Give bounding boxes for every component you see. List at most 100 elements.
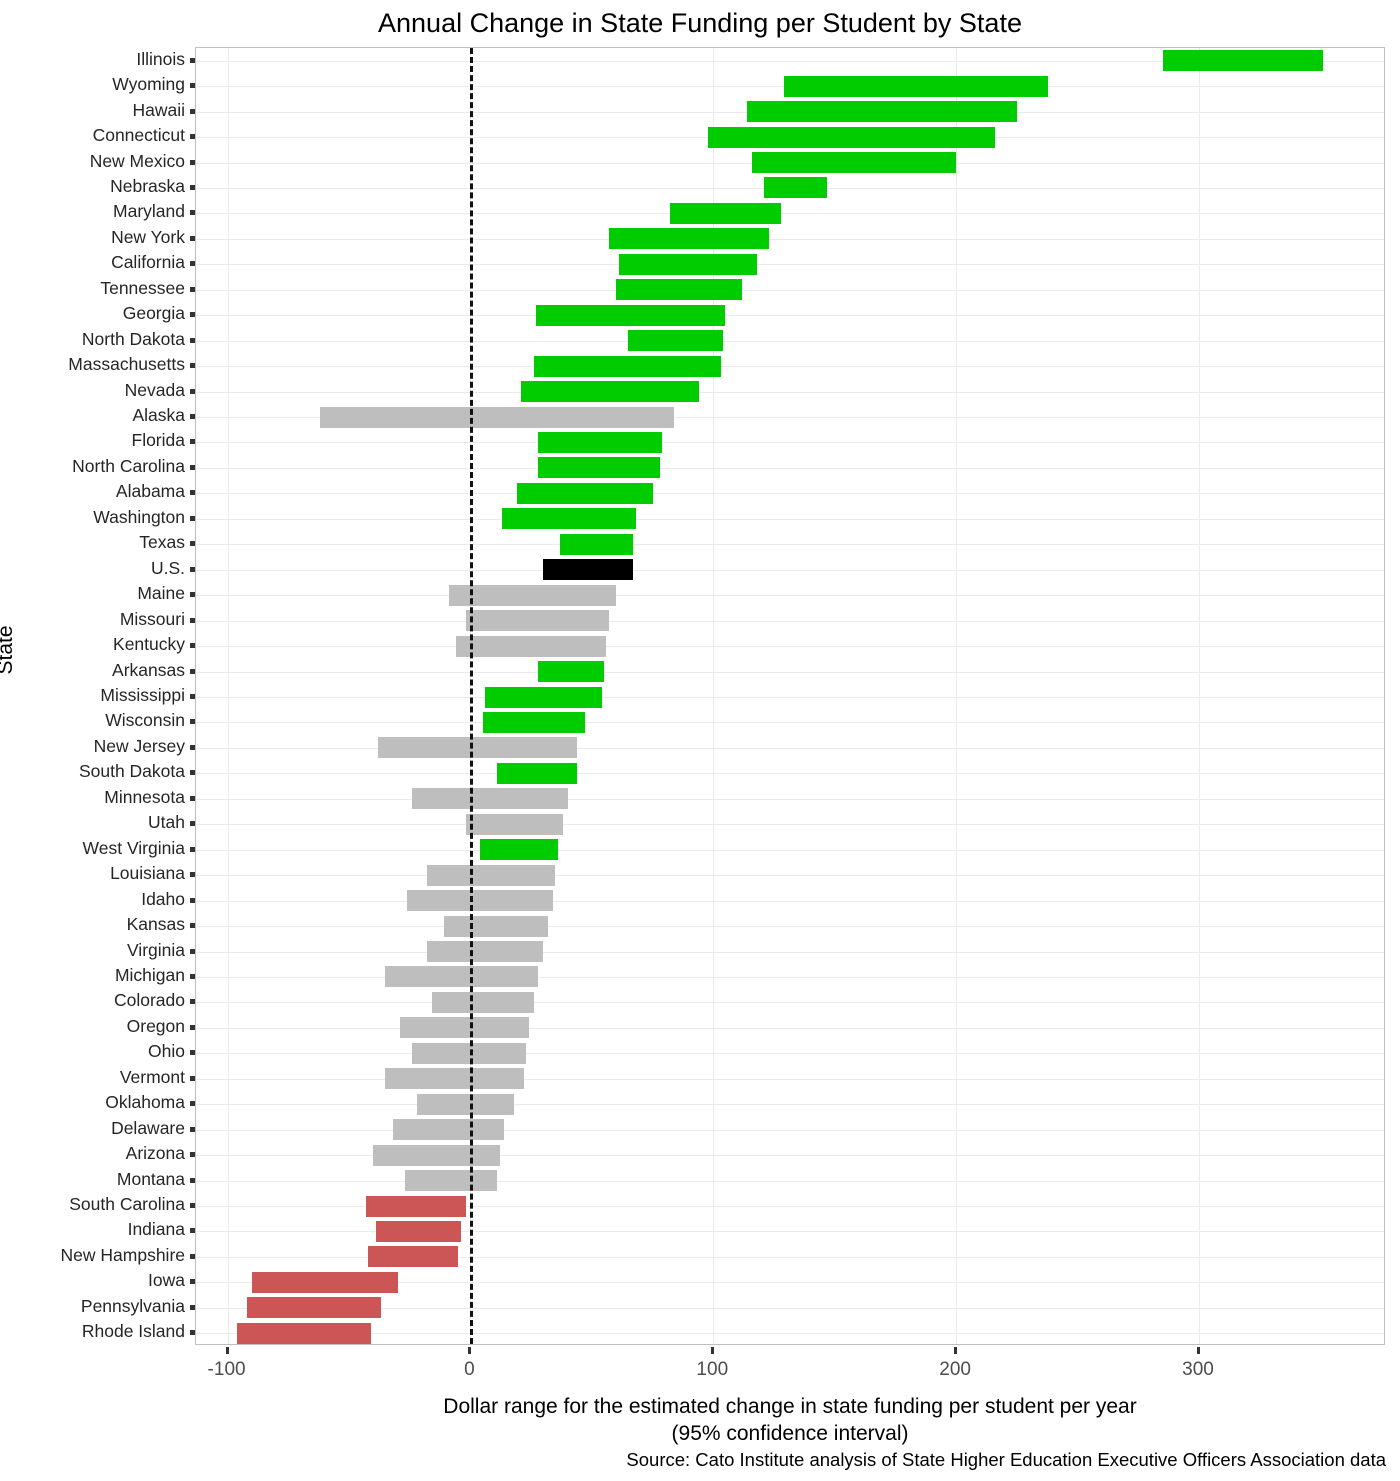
bar-tennessee [616, 279, 743, 301]
gridline-horizontal [196, 1078, 1384, 1080]
bar-south-carolina [366, 1195, 466, 1217]
y-tick-label: New Jersey [93, 735, 185, 756]
bar-oklahoma [417, 1093, 515, 1115]
y-tick-label: Hawaii [132, 99, 185, 120]
bar-new-york [608, 228, 770, 250]
bar-illinois [1162, 50, 1323, 72]
y-tick-label: Wisconsin [105, 710, 185, 731]
y-tick-label: Utah [148, 812, 185, 833]
bar-indiana [375, 1220, 461, 1242]
bar-rhode-island [237, 1322, 371, 1344]
gridline-vertical-3 [956, 48, 958, 1344]
y-tick-label: Maine [137, 583, 185, 604]
y-tick-label: Connecticut [92, 125, 185, 146]
gridline-horizontal [196, 976, 1384, 978]
gridline-horizontal [196, 671, 1384, 673]
y-tick-label: Maryland [113, 201, 185, 222]
gridline-horizontal [196, 1180, 1384, 1182]
gridline-horizontal [196, 213, 1384, 215]
x-tick-label: 200 [939, 1359, 971, 1380]
bar-u-s [543, 559, 634, 581]
bar-california [618, 253, 757, 275]
gridline-horizontal [196, 264, 1384, 266]
zero-reference-line [470, 48, 474, 1344]
y-tick-label: Washington [93, 506, 185, 527]
y-tick-label: Delaware [111, 1117, 185, 1138]
bar-new-mexico [752, 152, 957, 174]
gridline-horizontal [196, 849, 1384, 851]
bar-kentucky [455, 635, 607, 657]
gridline-horizontal [196, 569, 1384, 571]
y-tick-label: Iowa [148, 1270, 185, 1291]
y-tick-label: South Carolina [69, 1194, 185, 1215]
y-tick-label: Wyoming [112, 74, 185, 95]
gridline-horizontal [196, 1002, 1384, 1004]
y-tick-label: North Dakota [81, 328, 185, 349]
y-tick-label: Vermont [119, 1066, 185, 1087]
bar-wisconsin [482, 711, 585, 733]
y-tick-label: Pennsylvania [80, 1295, 185, 1316]
bar-maine [448, 584, 617, 606]
gridline-horizontal [196, 773, 1384, 775]
bar-hawaii [747, 101, 1017, 123]
y-tick-label: West Virginia [82, 837, 185, 858]
x-axis-title-line1: Dollar range for the estimated change in… [443, 1395, 1137, 1418]
y-tick-label: Georgia [122, 303, 185, 324]
y-tick-label: Virginia [126, 939, 185, 960]
bar-mississippi [485, 686, 602, 708]
gridline-horizontal [196, 289, 1384, 291]
gridline-horizontal [196, 315, 1384, 317]
gridline-horizontal [196, 1104, 1384, 1106]
x-tick-mark [711, 1347, 715, 1354]
gridline-horizontal [196, 747, 1384, 749]
gridline-horizontal [196, 595, 1384, 597]
plot-panel [195, 47, 1385, 1345]
y-tick-label: Louisiana [110, 863, 185, 884]
bar-nebraska [764, 177, 828, 199]
gridline-horizontal [196, 1231, 1384, 1233]
bar-west-virginia [480, 839, 558, 861]
y-tick-label: Arkansas [112, 659, 185, 680]
y-tick-label: Colorado [113, 990, 185, 1011]
x-tick-mark [954, 1347, 958, 1354]
bar-michigan [385, 966, 539, 988]
bar-alabama [516, 482, 653, 504]
chart-page: Annual Change in State Funding per Stude… [0, 0, 1400, 1481]
y-tick-label: Massachusetts [68, 354, 185, 375]
bar-virginia [426, 941, 544, 962]
bar-texas [560, 533, 634, 555]
bar-north-dakota [628, 330, 723, 352]
y-tick-label: North Carolina [72, 455, 185, 476]
gridline-horizontal [196, 518, 1384, 520]
bar-new-jersey [378, 737, 578, 759]
bar-idaho [407, 890, 553, 912]
y-tick-label: Montana [116, 1168, 185, 1189]
bar-missouri [465, 610, 609, 632]
bar-new-hampshire [368, 1246, 459, 1268]
page-title: Annual Change in State Funding per Stude… [378, 8, 1022, 38]
y-tick-label: Alabama [115, 481, 185, 502]
bar-georgia [536, 304, 726, 326]
y-tick-label: Indiana [127, 1219, 185, 1240]
x-tick-mark [468, 1347, 472, 1354]
y-tick-label: Arizona [125, 1143, 185, 1164]
bar-maryland [669, 202, 782, 224]
bar-iowa [251, 1271, 398, 1293]
y-tick-label: Oregon [126, 1015, 185, 1036]
gridline-vertical-4 [1199, 48, 1200, 1344]
gridline-horizontal [196, 697, 1384, 698]
bar-pennsylvania [247, 1297, 381, 1319]
gridline-horizontal [196, 1027, 1384, 1029]
gridline-horizontal [196, 340, 1384, 342]
bar-ohio [412, 1042, 527, 1064]
bar-arizona [373, 1144, 500, 1166]
y-tick-label: Kentucky [113, 634, 185, 655]
bar-north-carolina [538, 457, 660, 479]
y-tick-label: New Hampshire [60, 1244, 185, 1265]
bar-massachusetts [533, 355, 721, 377]
gridline-horizontal [196, 1053, 1384, 1055]
gridline-horizontal [196, 926, 1384, 928]
y-tick-label: Ohio [148, 1041, 185, 1062]
x-tick-mark [1197, 1347, 1200, 1354]
y-tick-label: Illinois [136, 48, 185, 69]
